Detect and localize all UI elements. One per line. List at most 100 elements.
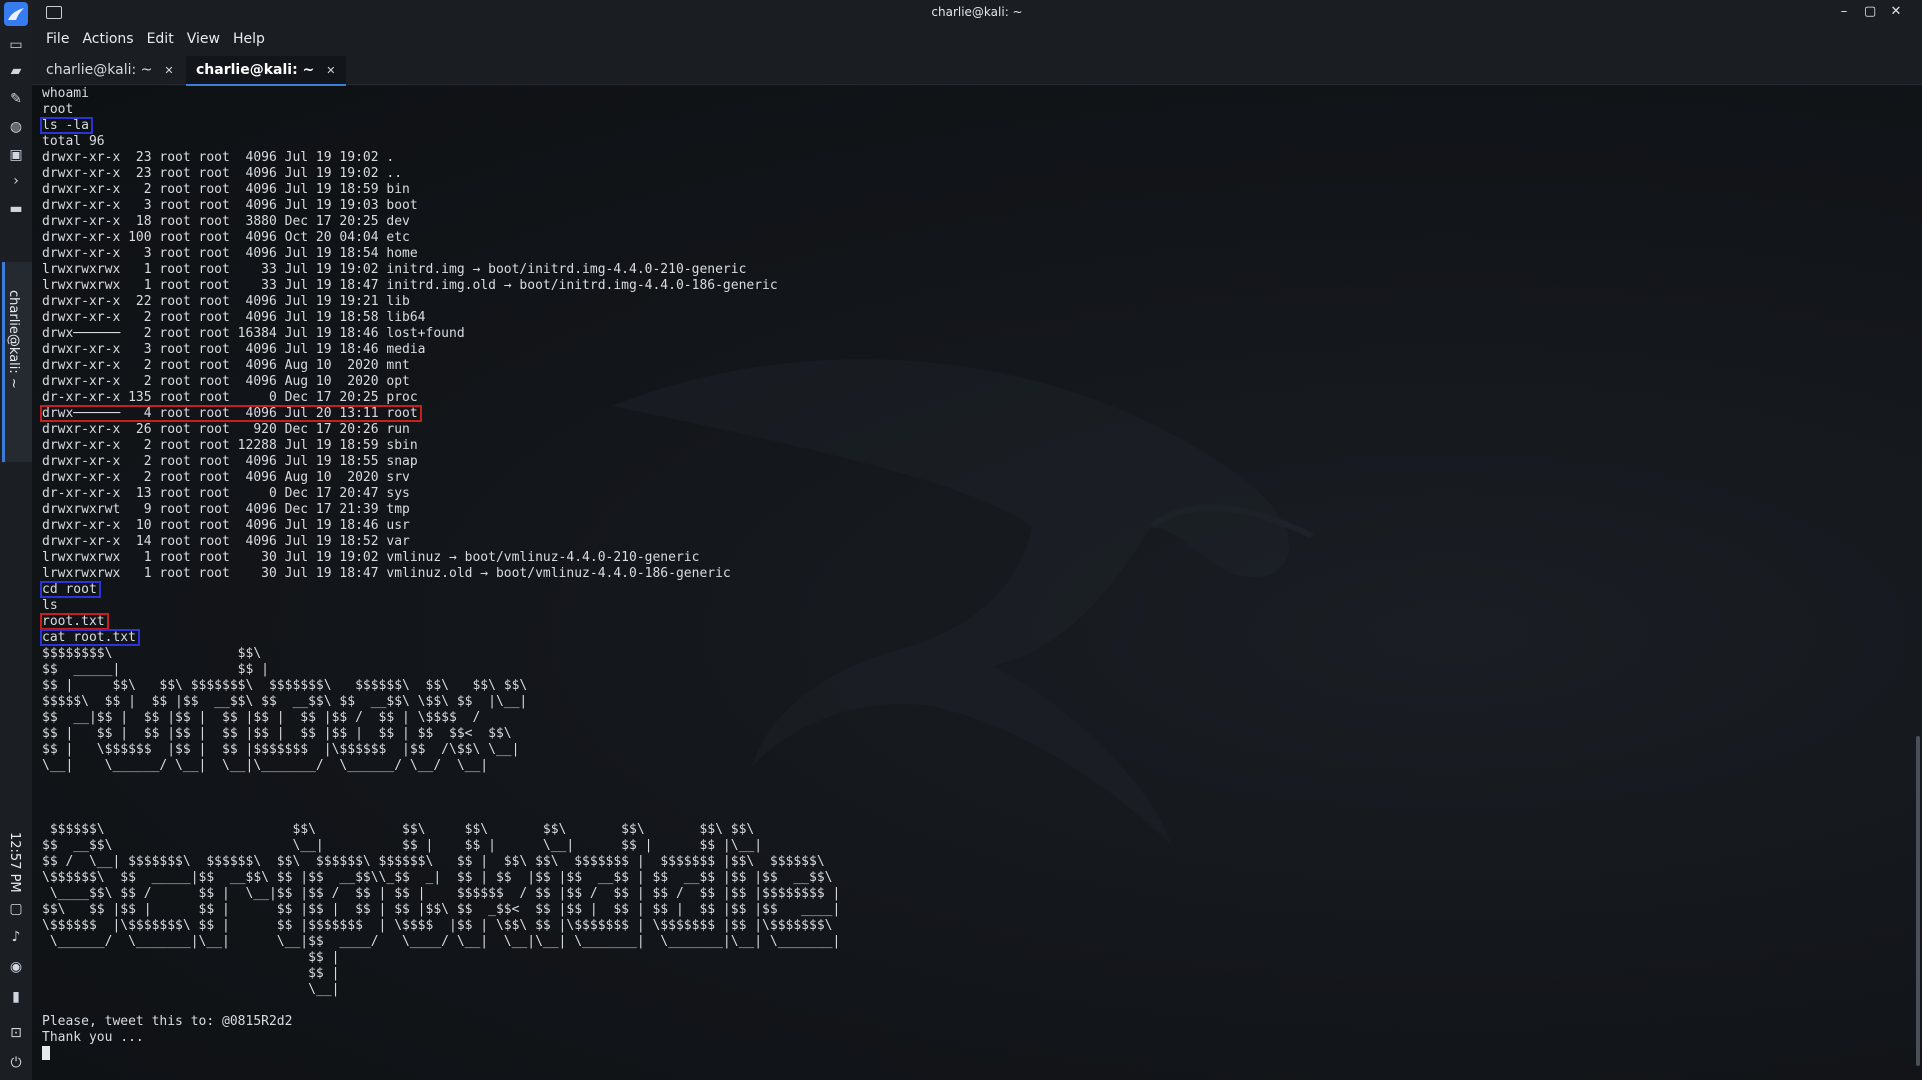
terminal-line-text: $$\ $$ |$$ | $$ | $$ |$$ | $$ | $$ |$$\ … xyxy=(42,902,841,917)
terminal-line: drwxr-xr-x 23 root root 4096 Jul 19 19:0… xyxy=(42,150,840,166)
title-bar[interactable]: charlie@kali: ~ – ▢ ✕ xyxy=(32,0,1922,26)
terminal-line-text: cd root xyxy=(42,582,97,597)
terminal-line: drwxrwxrwt 9 root root 4096 Dec 17 21:39… xyxy=(42,502,840,518)
terminal-line-text: drwxr-xr-x 2 root root 4096 Aug 10 2020 … xyxy=(42,470,410,485)
workspace-switcher-icon[interactable]: ▬ xyxy=(4,198,28,220)
volume-icon[interactable]: ♪ xyxy=(4,926,28,948)
terminal-line: $$ | \$$$$$$ |$$ | $$ |$$$$$$$ |\$$$$$$ … xyxy=(42,742,840,758)
terminal-line: drwxr-xr-x 2 root root 4096 Aug 10 2020 … xyxy=(42,470,840,486)
terminal-line: $$$$$$\ $$\ $$\ $$\ $$\ $$\ $$\ $$\ xyxy=(42,822,840,838)
terminal-line-text: dr-xr-xr-x 135 root root 0 Dec 17 20:25 … xyxy=(42,390,418,405)
terminal-line: drwxr-xr-x 2 root root 4096 Aug 10 2020 … xyxy=(42,374,840,390)
terminal-line: cd root xyxy=(40,581,840,598)
terminal-line-text: $$ _____| $$ | xyxy=(42,662,269,677)
menu-file[interactable]: File xyxy=(46,31,69,47)
terminal-line-text: $$ | $$ | $$ |$$ | $$ |$$ | $$ |$$ | $$ … xyxy=(42,726,512,741)
terminal-line-text: drwxr-xr-x 18 root root 3880 Dec 17 20:2… xyxy=(42,214,410,229)
expand-chevron-icon[interactable]: › xyxy=(4,170,28,192)
scrollbar-thumb[interactable] xyxy=(1916,736,1920,1066)
kali-menu-icon[interactable] xyxy=(4,2,28,26)
terminal-line-text: whoami xyxy=(42,86,89,101)
terminal-line: drwxr-xr-x 10 root root 4096 Jul 19 18:4… xyxy=(42,518,840,534)
terminal-line: cat root.txt xyxy=(40,629,840,646)
scrollbar[interactable] xyxy=(1914,86,1920,1080)
tab-1[interactable]: charlie@kali: ~ ✕ xyxy=(36,56,184,84)
lock-icon[interactable]: ⊡ xyxy=(4,1022,28,1044)
terminal-line: drwxr-xr-x 2 root root 4096 Aug 10 2020 … xyxy=(42,358,840,374)
terminal-line-text: total 96 xyxy=(42,134,105,149)
battery-icon[interactable]: ▮ xyxy=(4,986,28,1008)
terminal-line-text: \__| xyxy=(42,982,340,997)
maximize-button[interactable]: ▢ xyxy=(1864,4,1876,19)
desktop: ▭ ▰ ✎ ◍ ▣ › ▬ charlie@kali: ~ 12:57 PM ▢… xyxy=(0,0,1922,1080)
terminal-line-text: drwx────── 2 root root 16384 Jul 19 18:4… xyxy=(42,326,465,341)
terminal-line: lrwxrwxrwx 1 root root 30 Jul 19 19:02 v… xyxy=(42,550,840,566)
terminal-line: $$ | xyxy=(42,950,840,966)
terminal-line: ls -la xyxy=(40,117,840,134)
terminal-launcher-icon[interactable]: ▣ xyxy=(4,144,28,166)
terminal-line-text: root.txt xyxy=(42,614,105,629)
terminal-line: drwxr-xr-x 2 root root 4096 Jul 19 18:55… xyxy=(42,454,840,470)
terminal-window: charlie@kali: ~ – ▢ ✕ File Actions Edit … xyxy=(32,0,1922,1080)
terminal-line: \$$$$$$\ $$ _____|$$ __$$\ $$ |$$ __$$\\… xyxy=(42,870,840,886)
close-button[interactable]: ✕ xyxy=(1890,4,1902,19)
terminal-cursor xyxy=(42,1046,50,1060)
file-manager-icon[interactable]: ▰ xyxy=(4,60,28,82)
terminal-line: $$ / \__| $$$$$$$\ $$$$$$\ $$\ $$$$$$\ $… xyxy=(42,854,840,870)
terminal-line-text: $$ / \__| $$$$$$$\ $$$$$$\ $$\ $$$$$$\ $… xyxy=(42,854,825,869)
show-desktop-icon[interactable]: ▭ xyxy=(4,34,28,56)
menu-view[interactable]: View xyxy=(187,31,220,47)
terminal-line: drwxr-xr-x 2 root root 12288 Jul 19 18:5… xyxy=(42,438,840,454)
notification-bell-icon[interactable]: ◉ xyxy=(4,956,28,978)
terminal-line-text: \$$$$$$\ $$ _____|$$ __$$\ $$ |$$ __$$\\… xyxy=(42,870,833,885)
terminal-line-text: drwxr-xr-x 3 root root 4096 Jul 19 18:54… xyxy=(42,246,418,261)
text-editor-icon[interactable]: ✎ xyxy=(4,88,28,110)
menu-edit[interactable]: Edit xyxy=(147,31,174,47)
terminal-line-text: drwxr-xr-x 3 root root 4096 Jul 19 18:46… xyxy=(42,342,426,357)
terminal-line-text: cat root.txt xyxy=(42,630,136,645)
terminal-line-text: dr-xr-xr-x 13 root root 0 Dec 17 20:47 s… xyxy=(42,486,410,501)
terminal-line: \____$$\ $$ / $$ | \__|$$ |$$ / $$ | $$ … xyxy=(42,886,841,902)
tab-2-close-icon[interactable]: ✕ xyxy=(326,64,335,77)
terminal-line-text: \____$$\ $$ / $$ | \__|$$ |$$ / $$ | $$ … xyxy=(42,886,841,901)
terminal-line-text: Please, tweet this to: @0815R2d2 xyxy=(42,1014,293,1029)
terminal-line: lrwxrwxrwx 1 root root 33 Jul 19 18:47 i… xyxy=(42,278,840,294)
browser-icon[interactable]: ◍ xyxy=(4,116,28,138)
terminal-line: total 96 xyxy=(42,134,840,150)
terminal-line: Please, tweet this to: @0815R2d2 xyxy=(42,1014,840,1030)
terminal-line-text: drwxr-xr-x 26 root root 920 Dec 17 20:26… xyxy=(42,422,410,437)
clock[interactable]: 12:57 PM xyxy=(7,832,22,893)
terminal-line: lrwxrwxrwx 1 root root 30 Jul 19 18:47 v… xyxy=(42,566,840,582)
terminal-line-text: \__| \______/ \__| \__|\_______/ \______… xyxy=(42,758,489,773)
terminal-line-text: $$$$$$\ $$\ $$\ $$\ $$\ $$\ $$\ $$\ xyxy=(42,822,755,837)
terminal-line-text: $$ __$$\ \__| $$ | $$ | \__| $$ | $$ |\_… xyxy=(42,838,763,853)
terminal-line-text: drwxr-xr-x 14 root root 4096 Jul 19 18:5… xyxy=(42,534,410,549)
terminal-line-text: $$ | $$\ $$\ $$$$$$$\ $$$$$$$\ $$$$$$\ $… xyxy=(42,678,528,693)
terminal-line xyxy=(42,1046,840,1062)
terminal-line: dr-xr-xr-x 13 root root 0 Dec 17 20:47 s… xyxy=(42,486,840,502)
tab-2[interactable]: charlie@kali: ~ ✕ xyxy=(186,56,346,86)
menu-help[interactable]: Help xyxy=(233,31,265,47)
minimize-button[interactable]: – xyxy=(1838,4,1850,19)
logout-icon[interactable]: ⏻ xyxy=(4,1052,28,1074)
terminal-output[interactable]: whoami root ls -la total 96 drwxr-xr-x 23 ro… xyxy=(32,86,1922,1080)
terminal-line-text: drwxr-xr-x 2 root root 4096 Aug 10 2020 … xyxy=(42,374,410,389)
terminal-line-text: drwxr-xr-x 23 root root 4096 Jul 19 19:0… xyxy=(42,150,395,165)
terminal-line: $$ __|$$ | $$ |$$ | $$ |$$ | $$ |$$ / $$… xyxy=(42,710,840,726)
terminal-line: $$ | xyxy=(42,966,840,982)
terminal-lines: whoami root ls -la total 96 drwxr-xr-x 23 ro… xyxy=(40,86,841,1062)
menu-actions[interactable]: Actions xyxy=(82,31,133,47)
terminal-line-text: \$$$$$$ |\$$$$$$$\ $$ | $$ |$$$$$$$ | \$… xyxy=(42,918,833,933)
terminal-line-text: drwxrwxrwt 9 root root 4096 Dec 17 21:39… xyxy=(42,502,410,517)
display-icon[interactable]: ▢ xyxy=(4,898,28,920)
tab-1-close-icon[interactable]: ✕ xyxy=(164,64,173,77)
terminal-line-text: drwxr-xr-x 22 root root 4096 Jul 19 19:2… xyxy=(42,294,410,309)
terminal-line-text: $$$$$$$$\ $$\ xyxy=(42,646,262,661)
terminal-line: Thank you ... xyxy=(42,1030,840,1046)
terminal-line-text: drwxr-xr-x 3 root root 4096 Jul 19 19:03… xyxy=(42,198,418,213)
terminal-line: ls xyxy=(42,598,840,614)
terminal-line: $$\ $$ |$$ | $$ | $$ |$$ | $$ | $$ |$$\ … xyxy=(42,902,840,918)
